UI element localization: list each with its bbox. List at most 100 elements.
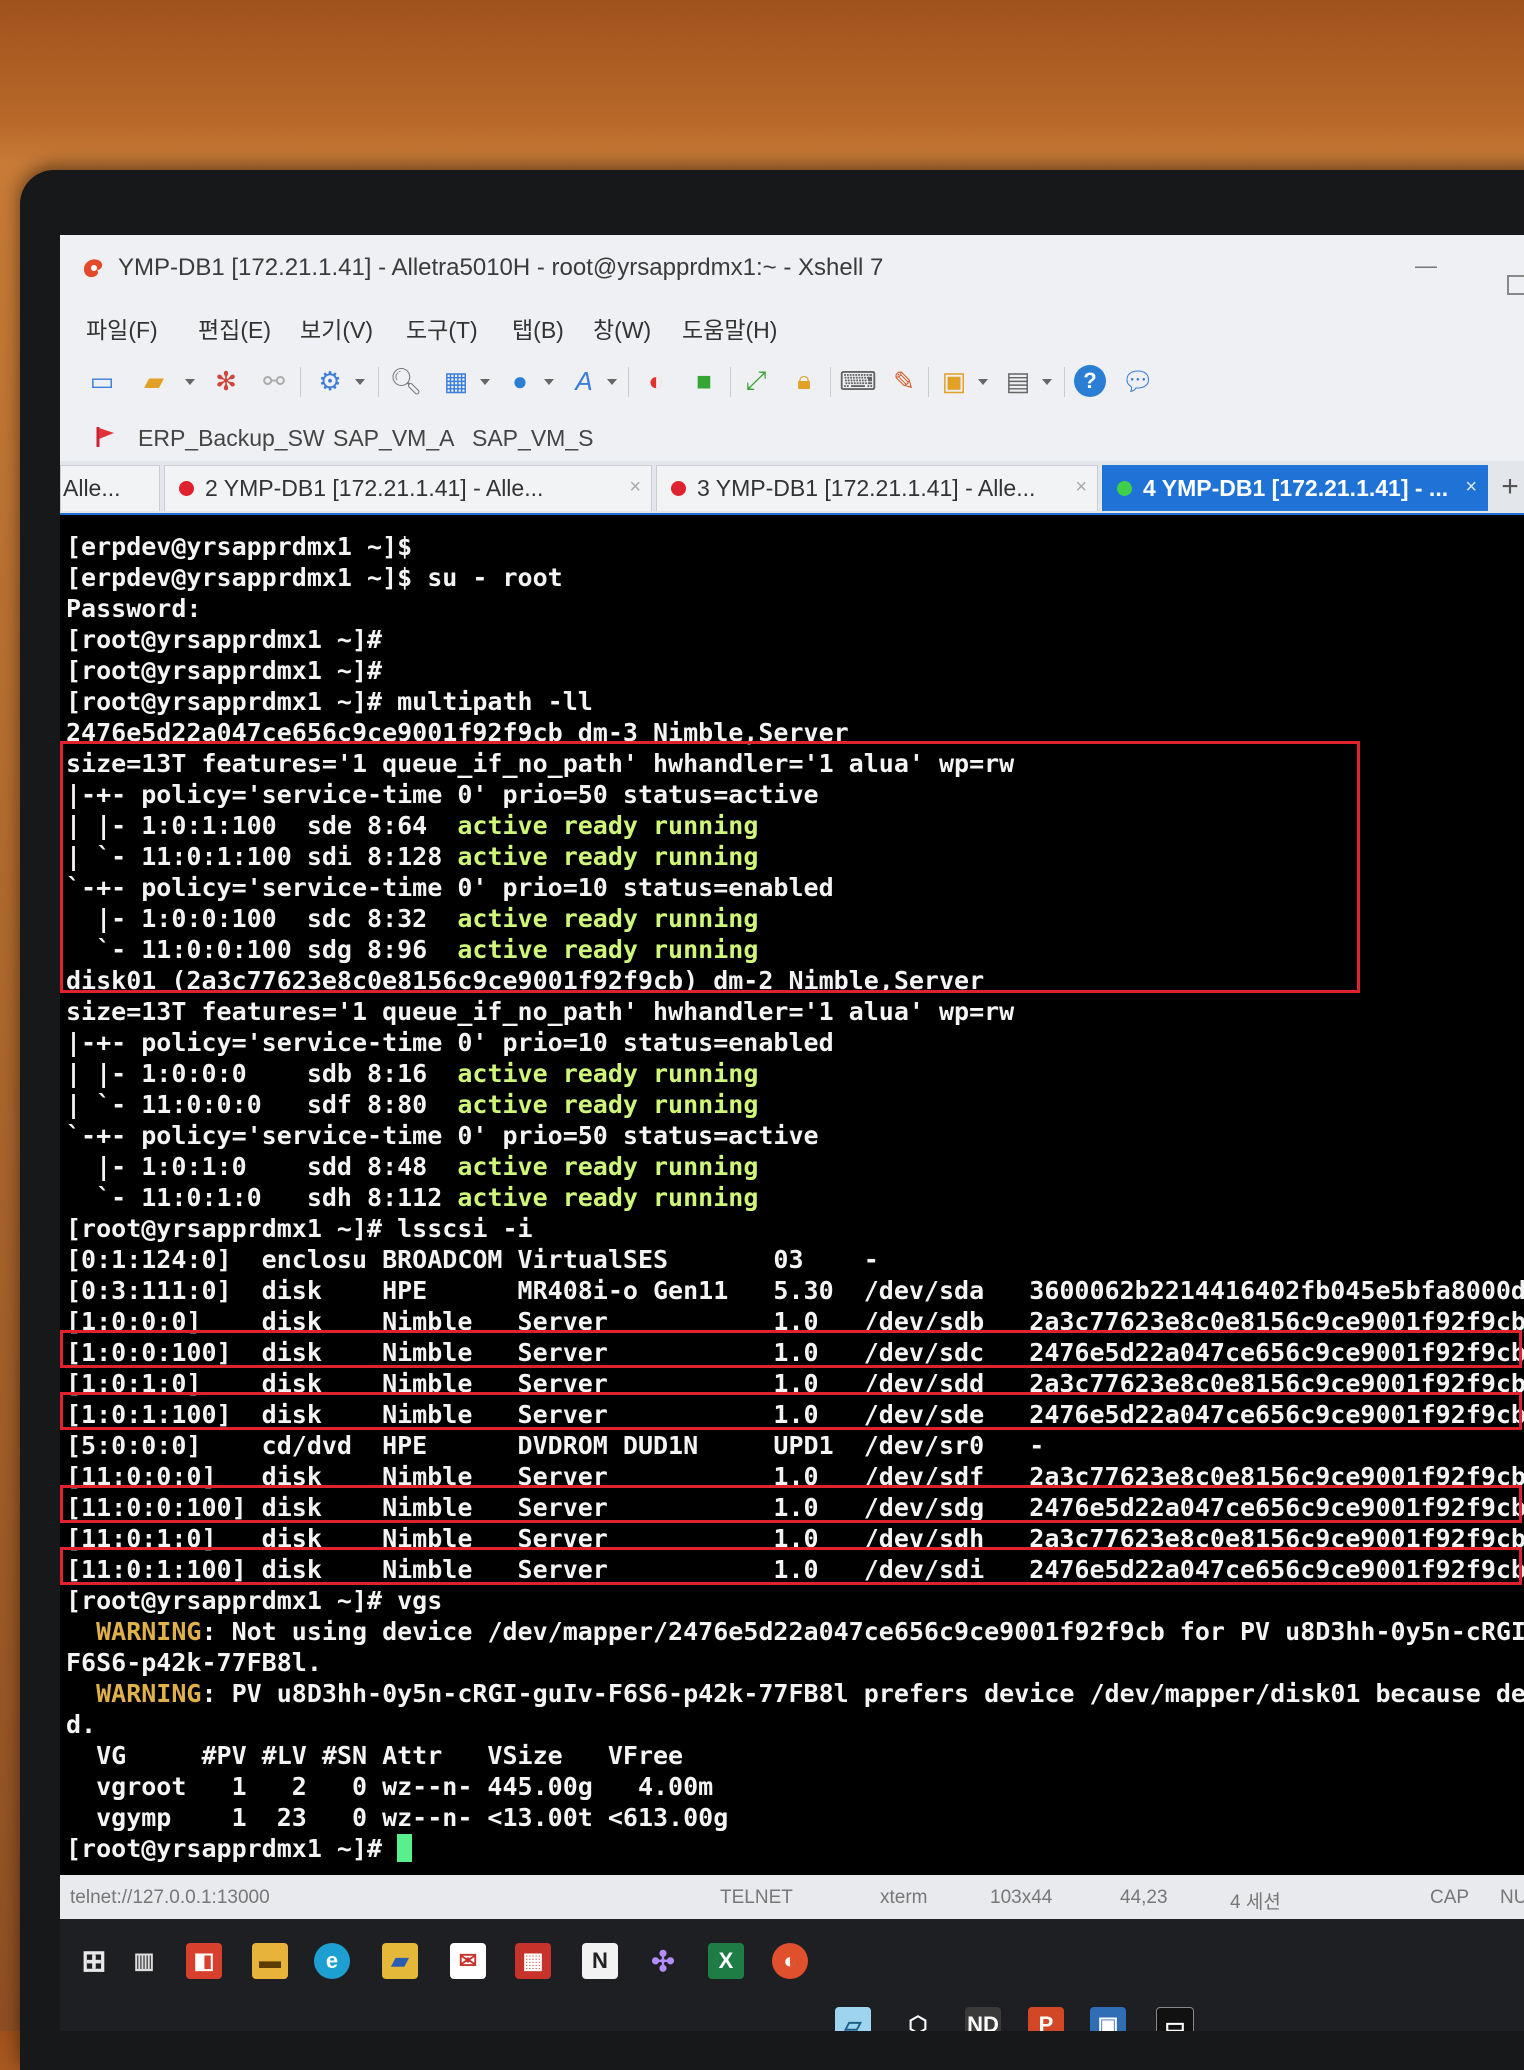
new-tab-button[interactable]: +: [1492, 467, 1524, 507]
tab-4-active[interactable]: 4 YMP-DB1 [172.21.1.41] - ... ×: [1102, 465, 1488, 511]
path-state: active ready running: [457, 1183, 759, 1212]
taskbar: ⊞ ▥ ◧ ▬ e ▰ ✉ ▦ N ✣ X ◐ ▱ ⬡ ND P ▣ ▭: [60, 1919, 1524, 2031]
terminal-line: `-+- policy='service-time 0' prio=50 sta…: [66, 1121, 819, 1150]
toolbar-separator: [830, 367, 831, 397]
warning-label: WARNING: [66, 1679, 202, 1708]
properties-icon[interactable]: ⚙: [314, 365, 346, 397]
xshell-taskbar-icon[interactable]: ◐: [772, 1943, 808, 1979]
nd-icon[interactable]: ND: [965, 2007, 1001, 2031]
tab-label: 4 YMP-DB1 [172.21.1.41] - ...: [1143, 475, 1449, 501]
terminal-line: |- 1:0:1:0 sdd 8:48 active ready running: [66, 1152, 759, 1181]
font-dropdown-icon[interactable]: [607, 379, 617, 385]
folder-icon[interactable]: ▰: [382, 1943, 418, 1979]
close-icon[interactable]: ×: [1465, 476, 1477, 499]
powerpoint-icon[interactable]: P: [1028, 2007, 1064, 2031]
network-icon[interactable]: ▣: [1090, 2007, 1126, 2031]
calendar-icon[interactable]: ▦: [515, 1943, 551, 1979]
close-icon[interactable]: ×: [1075, 476, 1087, 499]
windows-start-icon[interactable]: ⊞: [76, 1943, 112, 1979]
terminal-line: [5:0:0:0] cd/dvd HPE DVDROM DUD1N UPD1 /…: [66, 1431, 1045, 1460]
xftp-icon[interactable]: ■: [688, 365, 720, 397]
tile-dropdown-icon[interactable]: [1042, 379, 1052, 385]
excel-icon[interactable]: X: [708, 1943, 744, 1979]
tab-1[interactable]: Alle...: [60, 465, 160, 511]
terminal-line: [erpdev@yrsapprdmx1 ~]$: [66, 532, 413, 561]
quick-link-sap-vm-a[interactable]: SAP_VM_A: [333, 425, 454, 452]
layout-icon[interactable]: ▦: [440, 365, 472, 397]
quick-link-sap-vm-s[interactable]: SAP_VM_S: [472, 425, 593, 452]
globe-dropdown-icon[interactable]: [544, 379, 554, 385]
new-session-icon[interactable]: ▭: [86, 365, 118, 397]
connect-icon[interactable]: ✻: [210, 365, 242, 397]
menu-bar: 파일(F) 편집(E) 보기(V) 도구(T) 탭(B) 창(W) 도움말(H): [60, 301, 1524, 351]
menu-window[interactable]: 창(W): [593, 311, 651, 345]
tab-3[interactable]: 3 YMP-DB1 [172.21.1.41] - Alle... ×: [656, 465, 1098, 511]
globe-icon[interactable]: ●: [504, 365, 536, 397]
lock-icon[interactable]: 🔒︎: [788, 365, 820, 397]
menu-view[interactable]: 보기(V): [300, 311, 373, 345]
terminal-line: [root@yrsapprdmx1 ~]# multipath -ll: [66, 687, 593, 716]
terminal-cursor: [397, 1834, 413, 1862]
status-dot-icon: [1117, 481, 1132, 496]
terminal-line: [root@yrsapprdmx1 ~]# vgs: [66, 1586, 443, 1615]
terminal-line: |-+- policy='service-time 0' prio=10 sta…: [66, 1028, 834, 1057]
edge-icon[interactable]: e: [314, 1943, 350, 1979]
toolbar-separator: [378, 367, 379, 397]
path-state: active ready running: [457, 1152, 759, 1181]
xshell-logo-icon: [84, 259, 103, 278]
toolbar-separator: [730, 367, 731, 397]
menu-help[interactable]: 도움말(H): [682, 311, 777, 345]
status-term: xterm: [880, 1887, 928, 1908]
status-address: telnet://127.0.0.1:13000: [70, 1887, 270, 1908]
find-icon[interactable]: 🔍︎: [390, 365, 423, 397]
quick-link-erp-backup[interactable]: ERP_Backup_SW: [138, 425, 325, 452]
title-bar[interactable]: YMP-DB1 [172.21.1.41] - Alletra5010H - r…: [60, 235, 1524, 301]
warning-label: WARNING: [66, 1617, 202, 1646]
tab-label: 2 YMP-DB1 [172.21.1.41] - Alle...: [205, 475, 544, 501]
colors-app-icon[interactable]: ✣: [645, 1943, 681, 1979]
disconnect-icon[interactable]: ⚯: [258, 365, 290, 397]
help-icon[interactable]: ?: [1074, 365, 1106, 397]
cube-icon[interactable]: ⬡: [900, 2007, 936, 2031]
terminal-line: VG #PV #LV #SN Attr VSize VFree: [66, 1741, 684, 1770]
minimize-button[interactable]: —: [1415, 253, 1443, 278]
pen-icon[interactable]: ✎: [888, 365, 920, 397]
menu-edit[interactable]: 편집(E): [198, 311, 271, 345]
menu-tab[interactable]: 탭(B): [512, 311, 564, 345]
open-folder-icon[interactable]: ▰: [138, 365, 170, 397]
layout-dropdown-icon[interactable]: [480, 379, 490, 385]
quick-bar: ERP_Backup_SW SAP_VM_A SAP_VM_S: [60, 415, 1524, 461]
terminal-line: vgroot 1 2 0 wz--n- 445.00g 4.00m: [66, 1772, 714, 1801]
file-explorer-icon[interactable]: ▬: [252, 1943, 288, 1979]
notepad-icon[interactable]: ▱: [835, 2007, 871, 2031]
add-folder-dropdown-icon[interactable]: [978, 379, 988, 385]
chat-icon[interactable]: 💬︎: [1122, 365, 1155, 397]
terminal[interactable]: [erpdev@yrsapprdmx1 ~]$ [erpdev@yrsapprdm…: [60, 515, 1524, 1875]
font-icon[interactable]: A: [568, 365, 600, 397]
tile-icon[interactable]: ▤: [1002, 365, 1034, 397]
status-protocol: TELNET: [720, 1887, 793, 1908]
menu-file[interactable]: 파일(F): [86, 311, 158, 345]
close-icon[interactable]: ×: [629, 476, 641, 499]
task-view-icon[interactable]: ▥: [126, 1943, 162, 1979]
mail-icon[interactable]: ✉: [450, 1943, 486, 1979]
status-sessions[interactable]: 4 세션: [1230, 1887, 1281, 1914]
terminal-line: size=13T features='1 queue_if_no_path' h…: [66, 997, 1015, 1026]
open-dropdown-icon[interactable]: [185, 379, 195, 385]
office-icon[interactable]: ◧: [186, 1943, 222, 1979]
status-dot-icon: [671, 481, 686, 496]
terminal-line: [0:1:124:0] enclosu BROADCOM VirtualSES …: [66, 1245, 879, 1274]
terminal-taskbar-icon[interactable]: ▭: [1156, 2007, 1194, 2031]
properties-dropdown-icon[interactable]: [355, 379, 365, 385]
xshell-icon[interactable]: ◐: [640, 365, 672, 397]
menu-tools[interactable]: 도구(T): [406, 311, 478, 345]
add-folder-icon[interactable]: ▣: [938, 365, 970, 397]
path-state: active ready running: [457, 1059, 759, 1088]
fullscreen-icon[interactable]: ⤢: [740, 365, 772, 397]
window-title: YMP-DB1 [172.21.1.41] - Alletra5010H - r…: [118, 254, 884, 281]
screen: YMP-DB1 [172.21.1.41] - Alletra5010H - r…: [60, 235, 1524, 2031]
n-app-icon[interactable]: N: [582, 1943, 618, 1979]
maximize-button[interactable]: [1507, 275, 1524, 295]
keyboard-icon[interactable]: ⌨: [839, 365, 877, 397]
tab-2[interactable]: 2 YMP-DB1 [172.21.1.41] - Alle... ×: [164, 465, 652, 511]
